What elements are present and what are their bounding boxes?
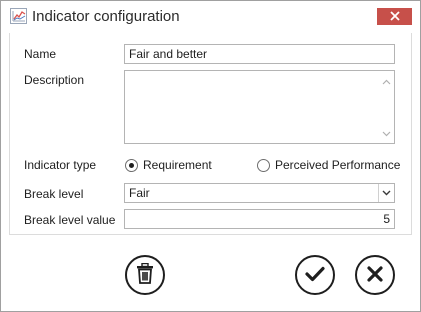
radio-perceived-performance-label: Perceived Performance <box>275 158 401 172</box>
break-level-value-label: Break level value <box>24 213 116 227</box>
break-level-selected-value: Fair <box>129 186 150 200</box>
description-textarea[interactable] <box>124 70 395 144</box>
title-bar: Indicator configuration <box>1 1 420 33</box>
line-chart-icon <box>10 8 27 24</box>
radio-requirement[interactable]: Requirement <box>125 158 212 172</box>
break-level-select[interactable]: Fair <box>124 183 395 203</box>
indicator-configuration-dialog: Indicator configuration Name Fair and be… <box>0 0 421 312</box>
scroll-down-icon[interactable] <box>382 126 391 140</box>
name-label: Name <box>24 47 57 61</box>
radio-selected-icon[interactable] <box>125 158 138 172</box>
radio-perceived-performance[interactable]: Perceived Performance <box>257 158 400 172</box>
checkmark-icon <box>305 266 325 285</box>
x-icon <box>367 265 383 285</box>
chevron-down-icon[interactable] <box>378 184 394 202</box>
close-icon <box>389 10 400 24</box>
name-input[interactable]: Fair and better <box>124 44 395 64</box>
description-scrollbar[interactable] <box>379 71 394 143</box>
confirm-button[interactable] <box>295 255 335 295</box>
break-level-label: Break level <box>24 187 84 201</box>
close-button[interactable] <box>377 8 412 25</box>
scroll-up-icon[interactable] <box>382 74 391 88</box>
cancel-button[interactable] <box>355 255 395 295</box>
break-level-value-input[interactable]: 5 <box>124 209 395 229</box>
radio-requirement-label: Requirement <box>143 158 212 172</box>
delete-button[interactable] <box>125 255 165 295</box>
radio-unselected-icon[interactable] <box>257 158 270 172</box>
description-label: Description <box>24 73 85 87</box>
window-title: Indicator configuration <box>32 8 180 25</box>
indicator-type-label: Indicator type <box>24 158 97 172</box>
trash-icon <box>136 262 154 287</box>
